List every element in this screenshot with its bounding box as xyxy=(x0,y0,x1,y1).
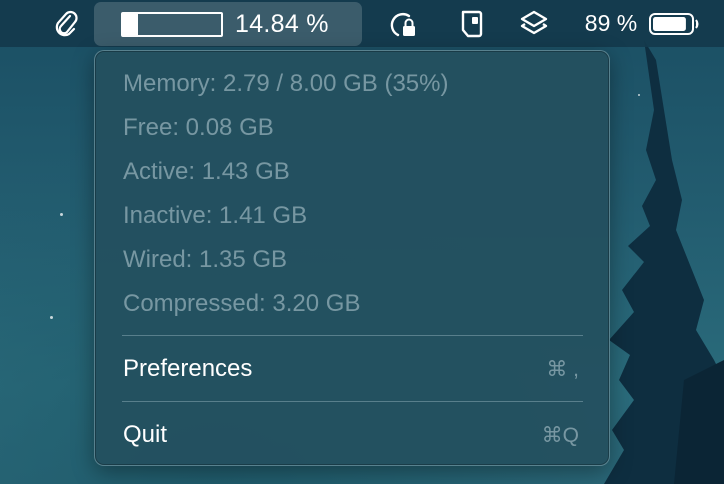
quit-shortcut: ⌘Q xyxy=(541,423,579,447)
battery-percent[interactable]: 89 % xyxy=(580,0,642,47)
layers-icon[interactable] xyxy=(514,0,554,47)
memory-usage-bar xyxy=(121,11,223,37)
quit-label: Quit xyxy=(123,421,168,448)
memory-percent: 14.84 % xyxy=(235,9,329,38)
memory-compressed-line: Compressed: 3.20 GB xyxy=(123,290,361,317)
preferences-shortcut: ⌘ , xyxy=(546,357,579,381)
preferences-label: Preferences xyxy=(123,355,253,382)
memory-active-line: Active: 1.43 GB xyxy=(123,158,290,185)
preferences-menu-item[interactable]: Preferences ⌘ , xyxy=(107,347,597,391)
memory-inactive-line: Inactive: 1.41 GB xyxy=(123,202,308,229)
battery-icon[interactable] xyxy=(646,0,702,47)
memory-total-line: Memory: 2.79 / 8.00 GB (35%) xyxy=(123,70,449,97)
memory-dropdown-menu: Memory: 2.79 / 8.00 GB (35%) Free: 0.08 … xyxy=(94,50,610,466)
menu-bar: 14.84 % 89 % xyxy=(0,0,724,47)
memory-status-item[interactable]: 14.84 % xyxy=(94,2,362,46)
memory-free-line: Free: 0.08 GB xyxy=(123,114,274,141)
wallet-icon[interactable] xyxy=(452,0,492,47)
memory-wired-line: Wired: 1.35 GB xyxy=(123,246,288,273)
menu-separator xyxy=(122,401,583,402)
memory-usage-fill xyxy=(123,13,138,35)
quit-menu-item[interactable]: Quit ⌘Q xyxy=(107,413,597,457)
paperclip-icon[interactable] xyxy=(48,0,84,47)
app-lock-icon[interactable] xyxy=(382,0,422,47)
menu-separator xyxy=(122,335,583,336)
